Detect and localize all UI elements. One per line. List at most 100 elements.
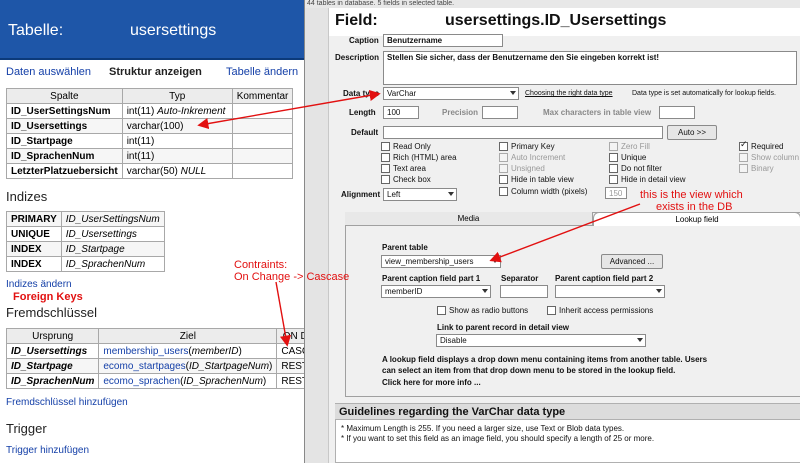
table-row: ID_Startpage int(11) — [6, 133, 294, 149]
option-checkbox[interactable] — [381, 153, 390, 162]
option-label: Column width (pixels) — [511, 187, 588, 196]
parent-caption1-select[interactable]: memberID — [381, 285, 491, 298]
datatype-note: Data type is set automatically for looku… — [632, 90, 776, 97]
col-header: ON D — [276, 328, 304, 344]
table-row: ID_SprachenNum ecomo_sprachen(ID_Sprache… — [5, 373, 304, 389]
table-row: UNIQUE ID_Usersettings — [6, 226, 165, 242]
inherit-permissions-label: Inherit access permissions — [559, 306, 654, 315]
parent-table-select[interactable]: view_membership_users — [381, 255, 501, 268]
description-textarea[interactable]: Stellen Sie sicher, dass der Benutzernam… — [383, 51, 797, 85]
datatype-help-link[interactable]: Choosing the right data type — [525, 90, 613, 97]
tab-lookup-field[interactable]: Lookup field — [593, 212, 800, 226]
indizes-title: Indizes — [6, 189, 48, 204]
col-header: Kommentar — [231, 88, 294, 104]
parent-caption2-label: Parent caption field part 2 — [555, 274, 654, 283]
alignment-label: Alignment — [341, 190, 381, 199]
parent-caption1-label: Parent caption field part 1 — [382, 274, 481, 283]
precision-label: Precision — [442, 108, 479, 117]
link-parent-select[interactable]: Disable — [436, 334, 646, 347]
advanced-button[interactable]: Advanced ... — [601, 254, 663, 269]
option-checkbox[interactable] — [499, 153, 508, 162]
chevron-down-icon — [482, 289, 488, 293]
alignment-select[interactable]: Left — [383, 188, 457, 201]
constraints-annotation-line2: On Change -> Cascase — [234, 271, 350, 283]
option-checkbox[interactable] — [499, 175, 508, 184]
option-label: Primary Key — [511, 142, 555, 151]
default-label: Default — [351, 128, 379, 137]
fk-hinzufuegen-link[interactable]: Fremdschlüssel hinzufügen — [6, 397, 128, 408]
option-checkbox[interactable] — [381, 175, 390, 184]
option-checkbox[interactable] — [609, 164, 618, 173]
datatype-select[interactable]: VarChar — [383, 87, 519, 100]
option-checkbox[interactable] — [499, 142, 508, 151]
separator-input[interactable] — [500, 285, 548, 298]
default-input[interactable] — [383, 126, 663, 139]
description-label: Description — [335, 53, 380, 62]
radio-buttons-checkbox[interactable] — [437, 306, 446, 315]
nav-tabelle-aendern[interactable]: Tabelle ändern — [226, 66, 298, 78]
option-checkbox[interactable] — [609, 175, 618, 184]
view-annotation-line1: this is the view which — [640, 189, 743, 201]
caption-label: Caption — [349, 36, 379, 45]
chevron-down-icon — [510, 91, 516, 95]
option-label: Text area — [393, 164, 426, 173]
caption-input[interactable]: Benutzername — [383, 34, 503, 47]
table-row: ID_Usersettings varchar(100) — [6, 118, 294, 134]
option-checkbox[interactable] — [739, 164, 748, 173]
tab-media[interactable]: Media — [345, 212, 593, 226]
table-row: ID_Startpage ecomo_startpages(ID_Startpa… — [5, 358, 304, 374]
chevron-down-icon — [492, 259, 498, 263]
field-name: usersettings.ID_Usersettings — [445, 12, 667, 29]
inherit-permissions-checkbox[interactable] — [547, 306, 556, 315]
option-checkbox[interactable] — [499, 187, 508, 196]
table-label: Tabelle: — [8, 22, 64, 39]
indizes-aendern-link[interactable]: Indizes ändern — [6, 279, 72, 290]
guideline-line: * Maximum Length is 255. If you need a l… — [341, 424, 625, 433]
option-checkbox[interactable] — [381, 142, 390, 151]
option-checkbox[interactable] — [609, 153, 618, 162]
nav-struktur-anzeigen[interactable]: Struktur anzeigen — [109, 66, 202, 78]
lookup-description-1: A lookup field displays a drop down menu… — [382, 355, 708, 364]
parent-caption2-select[interactable] — [555, 285, 665, 298]
constraints-annotation-line1: Contraints: — [234, 259, 288, 271]
option-label: Auto Increment — [511, 153, 566, 162]
option-checkbox[interactable] — [499, 164, 508, 173]
maxchars-input[interactable] — [659, 106, 695, 119]
maxchars-label: Max characters in table view — [543, 108, 652, 117]
table-row: ID_Usersettings membership_users(memberI… — [5, 343, 304, 359]
option-label: Hide in table view — [511, 175, 574, 184]
tree-pane-strip — [305, 8, 329, 463]
lookup-more-link[interactable]: Click here for more info ... — [382, 378, 481, 387]
length-label: Length — [349, 108, 376, 117]
auto-button[interactable]: Auto >> — [667, 125, 717, 140]
fk-title: Fremdschlüssel — [6, 305, 98, 320]
nav-daten-auswaehlen[interactable]: Daten auswählen — [6, 66, 91, 78]
option-checkbox[interactable] — [739, 140, 748, 151]
datatype-label: Data type — [343, 89, 380, 98]
table-name: usersettings — [130, 22, 217, 39]
foreign-keys-annotation: Foreign Keys — [13, 291, 83, 303]
lookup-description-2: can select an item from that drop down m… — [382, 366, 676, 375]
right-pane-field-editor: 44 tables in database. 5 fields in selec… — [304, 0, 800, 463]
chevron-down-icon — [448, 192, 454, 196]
chevron-down-icon — [656, 289, 662, 293]
precision-input[interactable] — [482, 106, 518, 119]
table-row: LetzterPlatzuebersicht varchar(50) NULL — [6, 163, 294, 179]
option-label: Hide in detail view — [621, 175, 686, 184]
chevron-down-icon — [637, 338, 643, 342]
column-width-input[interactable]: 150 — [605, 187, 627, 199]
table-row: INDEX ID_Startpage — [6, 241, 165, 257]
option-checkbox[interactable] — [609, 142, 618, 151]
parent-table-label: Parent table — [382, 243, 428, 252]
table-row: INDEX ID_SprachenNum — [6, 256, 165, 272]
option-checkbox[interactable] — [739, 153, 748, 162]
db-status-line: 44 tables in database. 5 fields in selec… — [305, 0, 800, 8]
col-header: Spalte — [6, 88, 123, 104]
option-label: Do not filter — [621, 164, 662, 173]
length-input[interactable]: 100 — [383, 106, 419, 119]
trigger-hinzufuegen-link[interactable]: Trigger hinzufügen — [6, 445, 89, 456]
option-label: Unique — [621, 153, 647, 162]
link-parent-label: Link to parent record in detail view — [437, 323, 570, 332]
trigger-title: Trigger — [6, 421, 47, 436]
option-checkbox[interactable] — [381, 164, 390, 173]
